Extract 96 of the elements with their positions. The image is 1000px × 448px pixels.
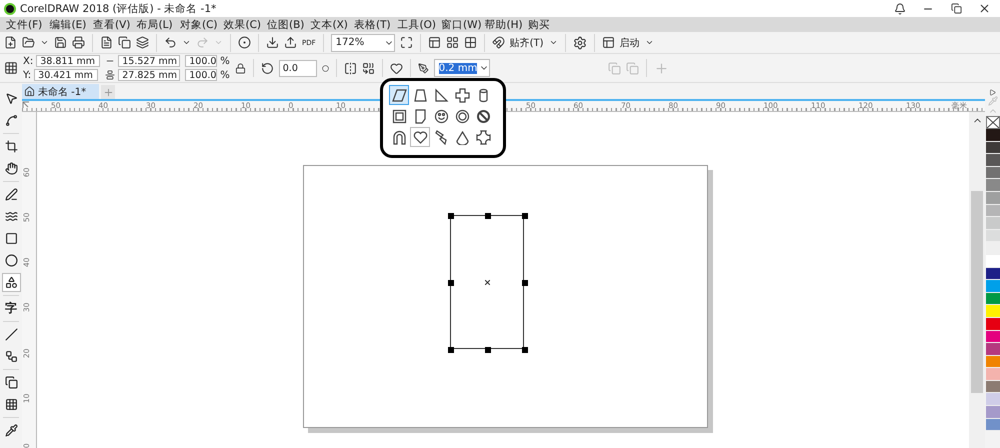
menu-item[interactable]: 查看(V) [93,18,136,32]
menu-item[interactable]: 对象(C) [180,18,224,32]
y-field[interactable]: 30.421 mm [34,69,98,81]
color-swatch[interactable] [986,318,1000,330]
scale-field[interactable]: 100.0 [185,69,218,81]
selection-handle[interactable] [522,347,528,353]
selection-handle[interactable] [448,280,454,286]
export-icon[interactable] [284,36,297,49]
menu-item[interactable]: 文件(F) [6,18,50,32]
color-swatch[interactable] [986,230,1000,242]
menu-item[interactable]: 编辑(E) [50,18,93,32]
color-swatch[interactable] [986,280,1000,293]
x-label: X: [23,56,34,66]
zoom-field[interactable]: 172% [330,34,395,52]
settings-icon[interactable] [572,36,587,50]
scrollbar-thumb[interactable] [971,191,983,393]
color-swatch[interactable] [986,166,1000,180]
outline-width-field[interactable]: 0.2 mm [434,59,490,77]
color-swatch[interactable] [986,242,1000,255]
color-swatch[interactable] [986,406,1000,419]
full-screen-icon[interactable] [400,36,413,49]
color-swatch[interactable] [986,356,1000,368]
selection-handle[interactable] [485,213,491,219]
reference-point-icon[interactable] [4,61,18,75]
color-swatch[interactable] [986,217,1000,230]
color-swatch[interactable] [986,380,1000,394]
center-mark-icon [485,280,490,285]
parallelogram-icon[interactable] [389,85,409,105]
color-swatch[interactable] [986,254,1000,268]
color-swatch[interactable] [986,204,1000,218]
color-swatch[interactable] [986,268,1000,280]
print-icon[interactable] [72,36,85,49]
window-title: CorelDRAW 2018 (评估版) - 未命名 -1* [20,2,218,16]
x-field[interactable]: 38.811 mm [36,55,100,67]
color-swatch[interactable] [986,292,1000,306]
save-icon[interactable] [54,36,67,49]
mirror-icon[interactable] [344,62,357,74]
color-swatch[interactable] [986,393,1000,406]
heart-icon[interactable] [390,62,403,74]
lock-icon[interactable] [234,62,246,74]
restore-icon[interactable] [950,3,962,14]
menu-item[interactable]: 表格(T) [354,18,398,32]
selection-handle[interactable] [485,347,491,353]
color-swatch[interactable] [986,368,1000,381]
color-swatch[interactable] [986,129,1000,142]
menu-item[interactable]: 文本(X) [310,18,354,32]
menu-item[interactable]: 位图(B) [267,18,310,32]
rotation-field[interactable]: 0.0 [278,60,317,76]
selection-handle[interactable] [522,280,528,286]
color-swatch[interactable] [986,305,1000,318]
color-swatch[interactable] [986,418,1000,432]
height-field[interactable]: 27.825 mm [118,69,180,81]
grid-icon[interactable] [446,36,459,49]
menu-item[interactable]: 帮助(H) [484,18,528,32]
width-field[interactable]: 15.527 mm [118,55,180,67]
caret-icon[interactable] [548,38,558,47]
launch-button[interactable]: 启动 [620,36,640,50]
ruler-origin-icon[interactable] [22,101,30,109]
snap-button[interactable]: 贴齐(T) [510,36,544,50]
selection-handle[interactable] [522,213,528,219]
menu-item[interactable]: 工具(O) [398,18,441,32]
color-swatch[interactable] [986,179,1000,192]
rotate-icon[interactable] [260,62,274,74]
undo-icon[interactable] [164,36,177,49]
selection-handle[interactable] [448,213,454,219]
open-folder-icon[interactable] [22,36,35,49]
shapes-icon[interactable] [2,273,20,292]
no-color-swatch[interactable] [986,116,1000,129]
color-swatch[interactable] [986,330,1000,344]
document-tab-label: 未命名 -1* [38,86,86,98]
new-document-icon[interactable] [4,36,17,49]
percent-label: % [220,70,230,80]
pen-icon[interactable] [418,62,429,74]
percent-label: % [220,56,230,66]
import-icon[interactable] [266,36,279,49]
color-swatch[interactable] [986,154,1000,167]
menu-item[interactable]: 布局(L) [136,18,180,32]
y-label: Y: [23,70,32,80]
palette-expand-icon[interactable] [989,89,996,96]
home-icon[interactable] [24,86,35,97]
color-swatch[interactable] [986,142,1000,154]
close-icon[interactable] [978,2,990,15]
color-swatch[interactable] [986,192,1000,205]
caret-icon[interactable] [182,38,191,47]
copy-icon[interactable] [118,36,131,49]
selection-handle[interactable] [448,347,454,353]
text-tool[interactable]: 字 [2,299,20,318]
menu-item[interactable]: 效果(C) [224,18,267,32]
color-swatch[interactable] [986,343,1000,356]
menu-item[interactable]: 窗口(W) [441,18,484,32]
caret-icon[interactable] [40,38,49,47]
document-tab[interactable]: 未命名 -1* [22,84,99,99]
caret-icon[interactable] [644,38,654,47]
app-logo-icon [4,2,16,14]
menu-item[interactable]: 购买 [528,18,572,32]
scale-field[interactable]: 100.0 [185,55,218,67]
